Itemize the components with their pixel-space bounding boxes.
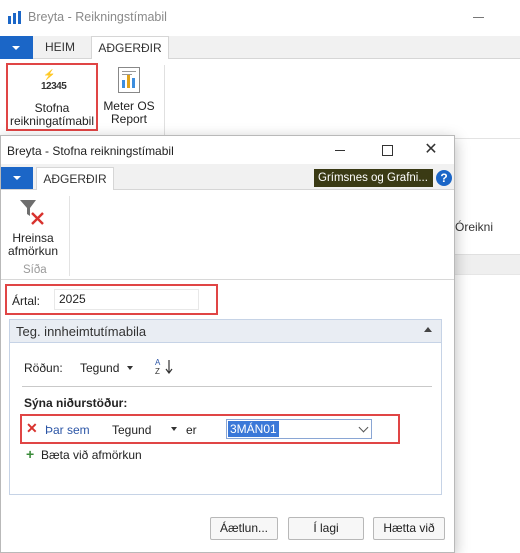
- report-icon: [118, 67, 140, 93]
- main-ribbon: ⚡ 12345 Stofna reikningatímabil Meter OS…: [0, 59, 520, 139]
- meter-os-report-button[interactable]: Meter OS Report: [100, 65, 158, 127]
- show-results-heading: Sýna niðurstöður:: [24, 396, 128, 410]
- billing-period-type-panel: Teg. innheimtutímabila Röðun: Tegund A Z…: [9, 319, 442, 495]
- add-filter-link[interactable]: Bæta við afmörkun: [41, 448, 142, 462]
- remove-filter-icon[interactable]: ✕: [26, 421, 38, 435]
- tab-heim[interactable]: HEIM: [33, 36, 87, 59]
- chevron-down-icon[interactable]: [358, 422, 369, 433]
- chevron-down-icon: [12, 46, 20, 50]
- sort-az-icon[interactable]: A Z: [153, 357, 177, 377]
- help-icon[interactable]: ?: [436, 170, 452, 186]
- year-input[interactable]: 2025: [54, 289, 199, 310]
- grid-row-line: [455, 274, 520, 275]
- app-logo-icon: [8, 11, 21, 24]
- ribbon-group-label: Síða: [23, 264, 47, 276]
- clear-filter-icon: [20, 200, 44, 225]
- panel-title: Teg. innheimtutímabila: [16, 324, 147, 339]
- column-header-unbilled: Óreikni: [455, 220, 494, 234]
- filter-value-combobox[interactable]: 3MÁN01: [226, 419, 372, 439]
- cancel-button[interactable]: Hætta við: [373, 517, 445, 540]
- year-label: Ártal:: [12, 294, 41, 308]
- dropdown-caret-icon[interactable]: [127, 366, 133, 370]
- dialog-quick-access-button[interactable]: [1, 167, 33, 189]
- chevron-down-icon: [13, 176, 21, 180]
- ribbon-divider: [164, 65, 165, 135]
- sort-label: Röðun:: [24, 361, 63, 375]
- dialog-titlebar: Breyta - Stofna reikningstímabil ✕: [1, 136, 454, 164]
- ribbon-divider: [69, 196, 70, 276]
- dialog-tab-adgerdir[interactable]: AÐGERÐIR: [36, 167, 114, 191]
- create-billing-period-button[interactable]: ⚡ 12345 Stofna reikningatímabil: [6, 63, 98, 131]
- ok-button[interactable]: Í lagi: [288, 517, 364, 540]
- add-icon[interactable]: +: [26, 447, 34, 461]
- grid-header-strip: [455, 254, 520, 274]
- quick-access-menu-button[interactable]: [0, 36, 33, 59]
- meter-os-report-label-2: Report: [110, 112, 148, 126]
- main-titlebar: Breyta - Reikningstímabil: [0, 0, 520, 36]
- filter-operator: er: [186, 423, 197, 437]
- create-billing-period-label-2: reikningatímabil: [9, 114, 95, 128]
- schedule-button[interactable]: Áætlun...: [210, 517, 278, 540]
- dialog-maximize-button[interactable]: [377, 140, 397, 160]
- clear-filter-button[interactable]: Hreinsa afmörkun: [5, 196, 61, 260]
- dialog-ribbon-tabs: AÐGERÐIR Grímsnes og Grafni... ?: [1, 164, 454, 191]
- dialog-ribbon: Hreinsa afmörkun Síða: [1, 190, 454, 280]
- dropdown-caret-icon[interactable]: [171, 427, 177, 431]
- create-billing-period-dialog: Breyta - Stofna reikningstímabil ✕ AÐGER…: [0, 135, 455, 553]
- filter-field-dropdown[interactable]: Tegund: [112, 423, 151, 437]
- filter-value-text[interactable]: 3MÁN01: [228, 421, 279, 437]
- dialog-close-button[interactable]: ✕: [421, 140, 441, 160]
- tab-adgerdir[interactable]: AÐGERÐIR: [91, 36, 169, 60]
- collapse-icon[interactable]: [424, 327, 432, 332]
- numbering-icon: ⚡ 12345: [41, 70, 67, 92]
- sort-field-dropdown[interactable]: Tegund: [80, 361, 119, 375]
- dialog-title: Breyta - Stofna reikningstímabil: [7, 144, 174, 158]
- svg-text:A: A: [155, 358, 161, 367]
- dialog-minimize-button[interactable]: [331, 140, 351, 160]
- section-divider: [22, 386, 432, 387]
- clear-filter-label-2: afmörkun: [7, 244, 59, 258]
- main-ribbon-tabs: HEIM AÐGERÐIR: [0, 36, 520, 60]
- main-window-title: Breyta - Reikningstímabil: [28, 10, 167, 24]
- company-badge: Grímsnes og Grafni...: [314, 169, 433, 187]
- main-minimize-button[interactable]: [473, 9, 487, 23]
- svg-text:Z: Z: [155, 367, 160, 376]
- panel-header[interactable]: Teg. innheimtutímabila: [10, 320, 441, 343]
- filter-connector: Þar sem: [45, 423, 90, 437]
